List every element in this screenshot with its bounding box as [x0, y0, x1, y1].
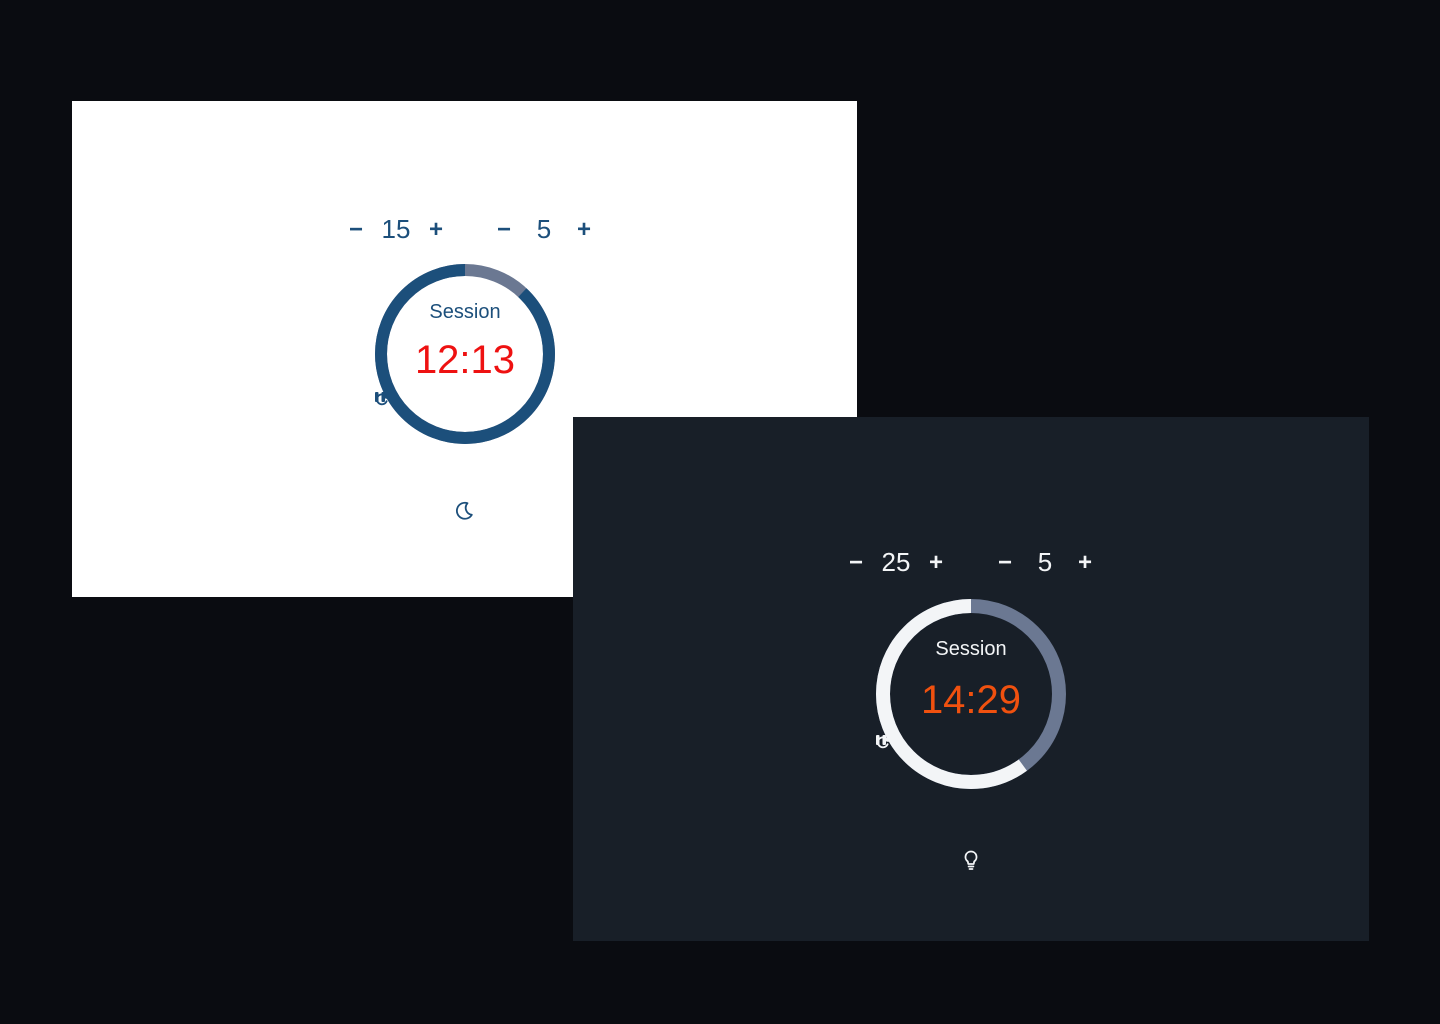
- length-controls: − 15 + − 5 +: [342, 214, 598, 245]
- timer-dial: Session 14:29: [875, 598, 1067, 790]
- session-length-value: 15: [381, 214, 411, 244]
- lightbulb-icon: [964, 850, 978, 870]
- session-increment-button[interactable]: +: [422, 216, 450, 244]
- refresh-icon: [877, 735, 890, 749]
- timer-label: Session: [429, 301, 501, 323]
- refresh-icon: [376, 392, 389, 406]
- timer-dial: Session 12:13: [374, 263, 556, 445]
- timer-panel-dark: − 25 + − 5 + Session 14:29: [573, 417, 1369, 941]
- session-length-value: 25: [881, 547, 911, 577]
- timer-label: Session: [935, 638, 1007, 660]
- reset-button[interactable]: [376, 391, 493, 409]
- break-increment-button[interactable]: +: [570, 216, 598, 244]
- break-length-control: − 5 +: [991, 547, 1099, 578]
- moon-icon: [456, 501, 473, 520]
- session-decrement-button[interactable]: −: [842, 549, 870, 577]
- theme-toggle-button[interactable]: [959, 848, 983, 872]
- session-increment-button[interactable]: +: [922, 549, 950, 577]
- break-increment-button[interactable]: +: [1071, 549, 1099, 577]
- session-length-control: − 15 +: [342, 214, 450, 245]
- timer-time: 12:13: [414, 338, 516, 382]
- timer-actions: [374, 391, 556, 409]
- timer-time: 14:29: [920, 678, 1022, 722]
- break-length-value: 5: [536, 214, 552, 244]
- timer-actions: [875, 734, 1067, 752]
- reset-button[interactable]: [877, 734, 999, 752]
- pause-button[interactable]: [876, 734, 961, 752]
- break-length-control: − 5 +: [490, 214, 598, 245]
- theme-toggle-button[interactable]: [452, 499, 476, 523]
- session-decrement-button[interactable]: −: [342, 216, 370, 244]
- break-decrement-button[interactable]: −: [490, 216, 518, 244]
- session-length-control: − 25 +: [842, 547, 950, 578]
- break-decrement-button[interactable]: −: [991, 549, 1019, 577]
- length-controls: − 25 + − 5 +: [842, 547, 1099, 578]
- break-length-value: 5: [1037, 547, 1053, 577]
- pause-button[interactable]: [375, 391, 455, 409]
